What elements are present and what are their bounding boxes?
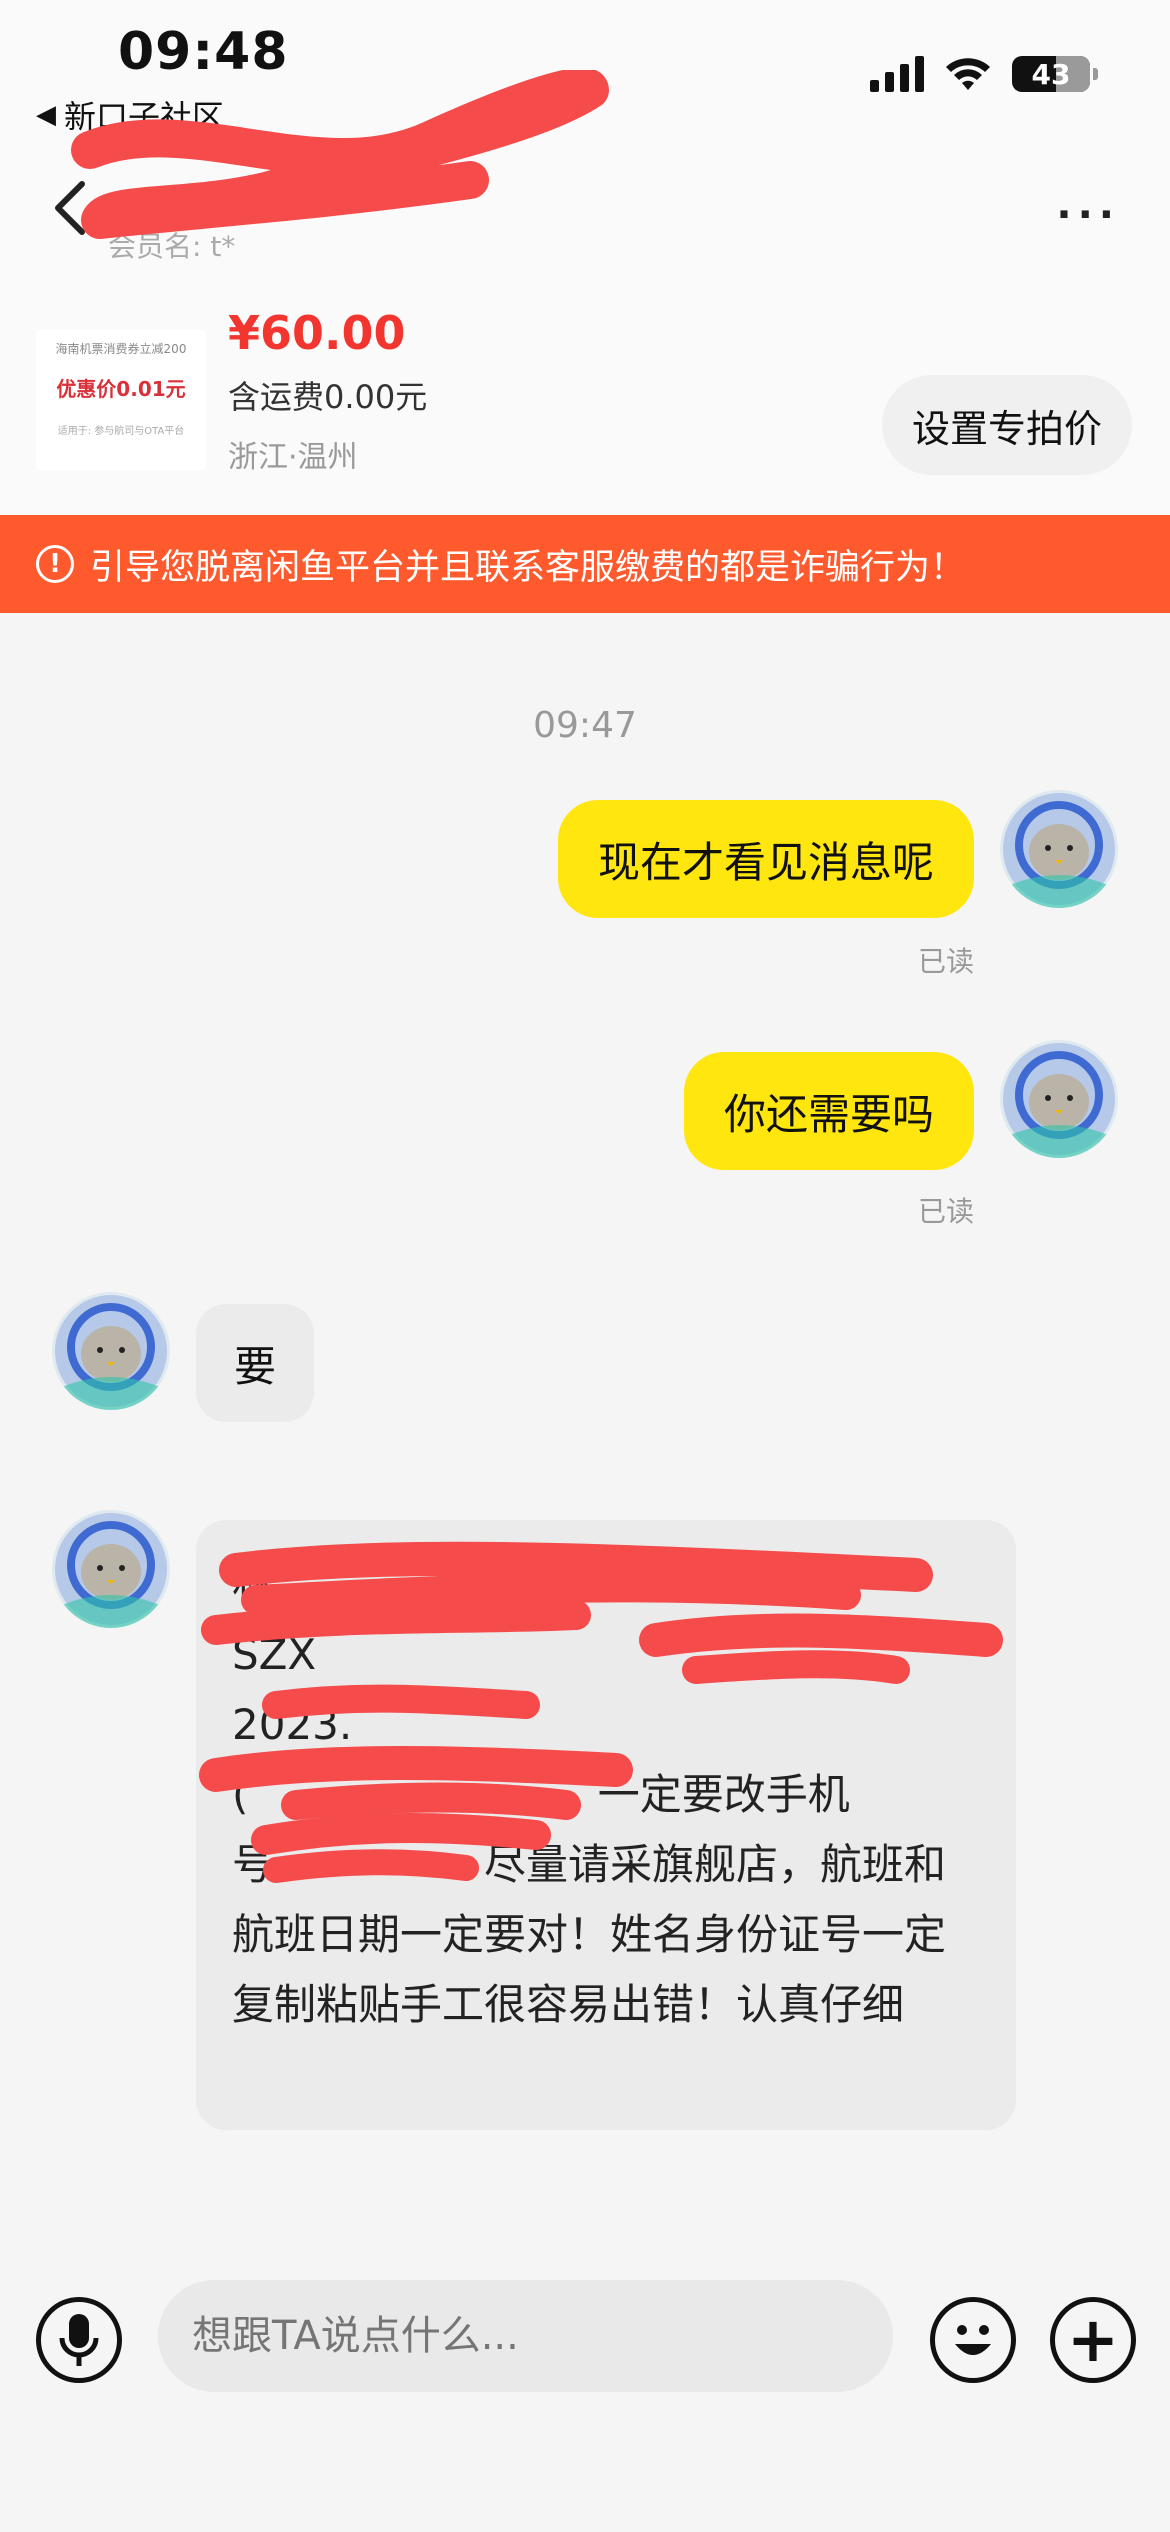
emoji-icon bbox=[955, 2325, 991, 2355]
redaction-scribble bbox=[199, 1541, 1003, 1883]
message-bubble-other[interactable]: 要 bbox=[196, 1304, 314, 1422]
message-bubble-other-long[interactable]: 林 深圳SZX 2023. ( 一定要改手机号 尽量请采旗舰店，航班和航班日期一… bbox=[196, 1520, 1016, 2130]
back-triangle-icon: ◀ bbox=[36, 100, 56, 130]
status-icons: 43 bbox=[870, 56, 1098, 92]
voice-input-button[interactable] bbox=[36, 2297, 122, 2383]
battery-level: 43 bbox=[1031, 57, 1071, 91]
more-options-button[interactable]: ··· bbox=[1056, 192, 1120, 238]
message-text: 你还需要吗 bbox=[723, 1089, 934, 1139]
wifi-icon bbox=[946, 58, 990, 90]
shipping-fee: 含运费0.00元 bbox=[228, 378, 428, 416]
plus-icon: + bbox=[1067, 2303, 1119, 2376]
other-avatar[interactable] bbox=[52, 1510, 170, 1628]
my-avatar[interactable] bbox=[1000, 790, 1118, 908]
cat-avatar-icon bbox=[55, 1295, 167, 1410]
message-bubble-mine[interactable]: 你还需要吗 bbox=[683, 1052, 974, 1170]
message-text: 林 深圳SZX 2023. ( 一定要改手机号 尽量请采旗舰店，航班和航班日期一… bbox=[232, 1560, 947, 2029]
cat-avatar-icon bbox=[1003, 1043, 1115, 1158]
emoji-button[interactable] bbox=[930, 2297, 1016, 2383]
alert-icon: ! bbox=[36, 545, 74, 583]
cat-avatar-icon bbox=[1003, 793, 1115, 908]
warning-text: 引导您脱离闲鱼平台并且联系客服缴费的都是诈骗行为！ bbox=[90, 547, 966, 588]
message-text: 要 bbox=[233, 1341, 276, 1391]
read-status: 已读 bbox=[917, 945, 974, 978]
battery-icon: 43 bbox=[1012, 56, 1098, 92]
product-price: ¥60.00 bbox=[228, 306, 406, 360]
cellular-signal-icon bbox=[870, 56, 924, 92]
set-special-price-button[interactable]: 设置专拍价 bbox=[881, 375, 1132, 475]
cat-avatar-icon bbox=[55, 1513, 167, 1628]
chat-timestamp: 09:47 bbox=[533, 705, 637, 746]
location: 浙江·温州 bbox=[228, 440, 358, 475]
redaction-scribble bbox=[71, 70, 609, 239]
message-text: 现在才看见消息呢 bbox=[597, 837, 934, 887]
message-bubble-mine[interactable]: 现在才看见消息呢 bbox=[557, 800, 974, 918]
fraud-warning-banner: ! 引导您脱离闲鱼平台并且联系客服缴费的都是诈骗行为！ bbox=[0, 515, 1170, 613]
read-status: 已读 bbox=[917, 1195, 974, 1228]
thumb-note: 适用于: 参与航司与OTA平台 bbox=[57, 426, 185, 437]
thumb-title: 海南机票消费券立减200 bbox=[55, 342, 187, 356]
other-avatar[interactable] bbox=[52, 1292, 170, 1410]
microphone-icon bbox=[59, 2314, 99, 2366]
my-avatar[interactable] bbox=[1000, 1040, 1118, 1158]
more-actions-button[interactable]: + bbox=[1050, 2297, 1136, 2383]
product-thumbnail[interactable]: 海南机票消费券立减200 优惠价0.01元 适用于: 参与航司与OTA平台 bbox=[36, 330, 206, 470]
thumb-price: 优惠价0.01元 bbox=[56, 377, 186, 401]
message-input[interactable] bbox=[158, 2280, 893, 2392]
